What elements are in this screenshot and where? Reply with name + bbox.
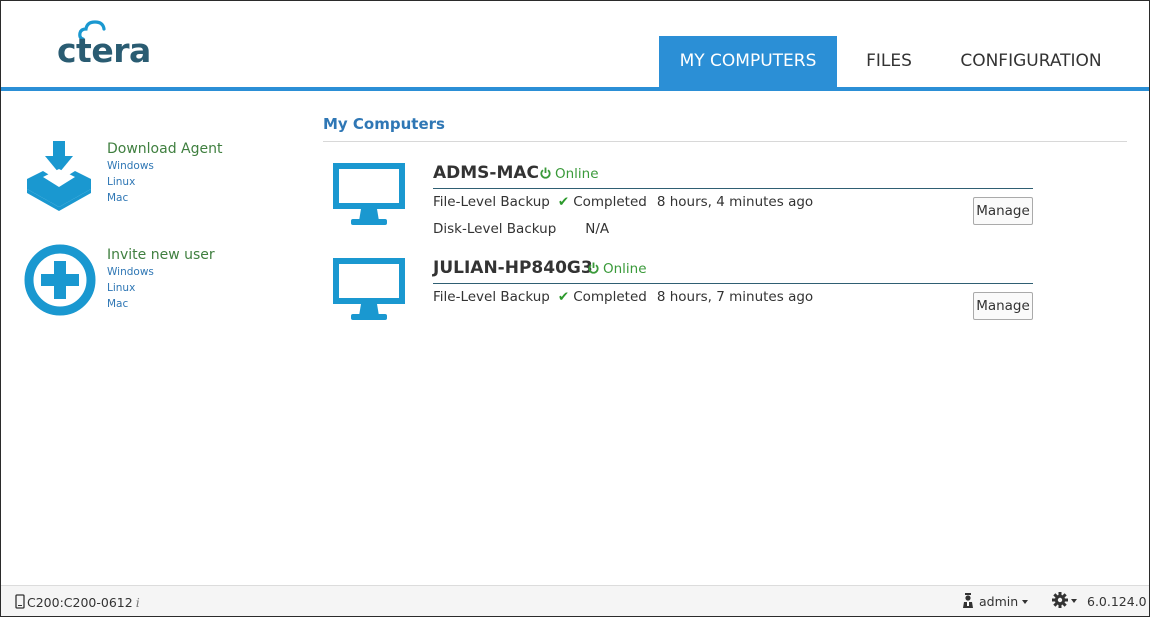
app-window: ctera MY COMPUTERS FILES CONFIGURATION D… <box>0 0 1150 617</box>
settings-menu[interactable] <box>1051 591 1077 609</box>
computer-divider <box>433 188 1033 189</box>
check-icon: ✔ <box>557 194 570 210</box>
device-name: C200:C200-0612 <box>27 595 133 610</box>
username: admin <box>979 594 1019 609</box>
page-title: My Computers <box>323 115 445 133</box>
user-icon <box>963 593 973 608</box>
header-divider <box>1 87 1149 91</box>
download-windows-link[interactable]: Windows <box>107 160 154 172</box>
logo-text: ctera <box>57 31 151 70</box>
power-icon <box>540 167 551 179</box>
header: ctera MY COMPUTERS FILES CONFIGURATION <box>1 1 1149 87</box>
computer-item: JULIAN-HP840G3 Online File-Level Backup ✔… <box>331 258 1035 328</box>
check-icon: ✔ <box>557 289 570 305</box>
backup-type-label: Disk-Level Backup <box>433 221 557 237</box>
chevron-down-icon <box>1022 600 1029 604</box>
backup-type-label: File-Level Backup <box>433 289 550 305</box>
backup-time: 8 hours, 7 minutes ago <box>656 289 814 305</box>
download-agent-title[interactable]: Download Agent <box>107 141 222 157</box>
invite-user-title[interactable]: Invite new user <box>107 247 215 263</box>
backup-row: File-Level Backup ✔ Completed 8 hours, 4 mi… <box>433 194 813 210</box>
invite-windows-link[interactable]: Windows <box>107 266 154 278</box>
invite-mac-link[interactable]: Mac <box>107 298 128 310</box>
power-icon <box>588 262 599 274</box>
computer-name[interactable]: JULIAN-HP840G3 <box>433 258 593 278</box>
status-text: Online <box>555 166 599 182</box>
monitor-icon <box>333 163 405 225</box>
info-icon[interactable]: i <box>136 595 140 610</box>
title-divider <box>323 141 1127 142</box>
backup-status: N/A <box>585 221 610 237</box>
device-info: C200:C200-0612 i <box>15 594 140 610</box>
backup-row: File-Level Backup ✔ Completed 8 hours, 7 mi… <box>433 289 813 305</box>
monitor-icon <box>333 258 405 320</box>
backup-type-label: File-Level Backup <box>433 194 550 210</box>
computer-divider <box>433 283 1033 284</box>
computer-name[interactable]: ADMS-MAC <box>433 163 539 183</box>
manage-button[interactable]: Manage <box>973 197 1033 225</box>
backup-status: Completed <box>573 194 647 210</box>
status-text: Online <box>603 261 647 277</box>
ctera-logo[interactable]: ctera <box>55 19 155 71</box>
status-bar: C200:C200-0612 i admin 6.0.124.0 <box>1 585 1149 616</box>
download-mac-link[interactable]: Mac <box>107 192 128 204</box>
tab-configuration[interactable]: CONFIGURATION <box>945 36 1117 87</box>
chevron-down-icon <box>1071 599 1077 603</box>
download-linux-link[interactable]: Linux <box>107 176 135 188</box>
user-menu[interactable]: admin <box>961 593 1029 609</box>
version-label: 6.0.124.0 <box>1087 594 1147 609</box>
plus-circle-icon[interactable] <box>23 243 97 317</box>
status-badge: Online <box>540 166 599 182</box>
invite-linux-link[interactable]: Linux <box>107 282 135 294</box>
gear-icon <box>1052 592 1068 608</box>
download-tray-icon[interactable] <box>23 141 99 211</box>
computer-item: ADMS-MAC Online File-Level Backup ✔ Comple… <box>331 163 1035 243</box>
manage-button[interactable]: Manage <box>973 292 1033 320</box>
device-icon <box>15 594 25 609</box>
backup-time: 8 hours, 4 minutes ago <box>656 194 814 210</box>
backup-status: Completed <box>573 289 647 305</box>
status-badge: Online <box>588 261 647 277</box>
tab-my-computers[interactable]: MY COMPUTERS <box>659 36 837 87</box>
backup-row: Disk-Level Backup N/A <box>433 221 609 237</box>
tab-files[interactable]: FILES <box>847 36 931 87</box>
